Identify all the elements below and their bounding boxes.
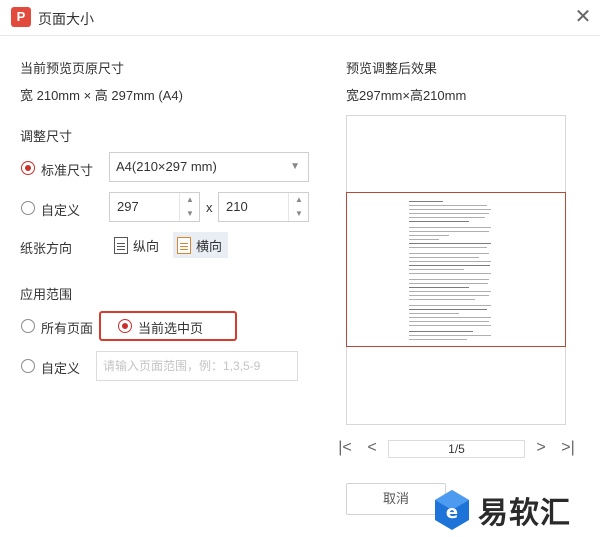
prev-page-button[interactable]: < bbox=[364, 439, 380, 457]
current-size-value: 宽 210mm × 高 297mm (A4) bbox=[20, 88, 183, 103]
all-pages-radio[interactable] bbox=[21, 319, 35, 333]
text-line bbox=[409, 201, 443, 202]
window-title: 页面大小 bbox=[38, 11, 94, 27]
text-line bbox=[409, 317, 491, 318]
text-line bbox=[409, 295, 489, 296]
text-line bbox=[409, 239, 439, 240]
height-stepper[interactable]: 210 ▲ ▼ bbox=[218, 192, 309, 222]
text-line bbox=[409, 247, 487, 248]
landscape-label: 横向 bbox=[196, 238, 223, 254]
custom-size-label[interactable]: 自定义 bbox=[41, 200, 80, 219]
close-button[interactable]: ✕ bbox=[572, 6, 594, 28]
width-stepper-buttons: ▲ ▼ bbox=[179, 193, 199, 221]
title-bar: P 页面大小 ✕ bbox=[0, 0, 600, 36]
portrait-label: 纵向 bbox=[133, 238, 160, 254]
text-line bbox=[409, 227, 491, 228]
text-line bbox=[409, 243, 491, 244]
height-stepper-buttons: ▲ ▼ bbox=[288, 193, 308, 221]
watermark-text: 易软汇 bbox=[478, 497, 571, 530]
portrait-option[interactable]: 纵向 bbox=[110, 232, 165, 258]
standard-size-label[interactable]: 标准尺寸 bbox=[41, 160, 93, 179]
preview-page-thumbnail bbox=[346, 192, 566, 347]
page-range-input[interactable] bbox=[96, 351, 298, 381]
current-page-radio[interactable] bbox=[118, 319, 132, 333]
chevron-down-icon: ▼ bbox=[290, 161, 300, 172]
width-stepper[interactable]: 297 ▲ ▼ bbox=[109, 192, 200, 222]
text-line bbox=[409, 213, 489, 214]
height-value: 210 bbox=[226, 199, 248, 214]
text-line bbox=[409, 305, 491, 306]
decrement-arrow-icon[interactable]: ▼ bbox=[180, 207, 200, 221]
text-line bbox=[409, 309, 487, 310]
times-sign: x bbox=[206, 200, 213, 215]
text-line bbox=[409, 265, 490, 266]
custom-size-radio[interactable] bbox=[21, 201, 35, 215]
text-line bbox=[409, 221, 469, 222]
pdf-app-logo-icon: P bbox=[11, 7, 31, 27]
watermark: e 易软汇 bbox=[432, 488, 571, 532]
standard-size-value: A4(210×297 mm) bbox=[116, 159, 217, 174]
standard-size-radio[interactable] bbox=[21, 161, 35, 175]
text-line bbox=[409, 313, 459, 314]
current-size-title: 当前预览页原尺寸 bbox=[20, 61, 125, 76]
standard-size-select[interactable]: A4(210×297 mm) ▼ bbox=[109, 152, 309, 182]
text-line bbox=[409, 321, 489, 322]
text-line bbox=[409, 325, 491, 326]
width-value: 297 bbox=[117, 199, 139, 214]
text-line bbox=[409, 269, 464, 270]
apply-range-title: 应用范围 bbox=[20, 287, 73, 302]
page-indicator: 1/5 bbox=[388, 440, 525, 458]
text-line bbox=[409, 335, 491, 336]
cancel-button[interactable]: 取消 bbox=[346, 483, 446, 515]
text-line bbox=[409, 299, 475, 300]
decrement-arrow-icon[interactable]: ▼ bbox=[289, 207, 309, 221]
all-pages-label[interactable]: 所有页面 bbox=[41, 318, 93, 337]
watermark-logo-icon: e bbox=[435, 490, 469, 530]
svg-text:e: e bbox=[446, 502, 458, 523]
text-line bbox=[409, 209, 491, 210]
orientation-label: 纸张方向 bbox=[20, 241, 73, 256]
text-line bbox=[409, 291, 491, 292]
text-line bbox=[409, 273, 491, 274]
portrait-page-icon bbox=[114, 236, 128, 254]
custom-range-label[interactable]: 自定义 bbox=[41, 358, 80, 377]
text-line bbox=[409, 253, 489, 254]
custom-range-radio[interactable] bbox=[21, 359, 35, 373]
last-page-button[interactable]: >| bbox=[558, 439, 578, 457]
text-line bbox=[409, 231, 489, 232]
text-line bbox=[409, 261, 491, 262]
text-line bbox=[409, 257, 479, 258]
text-line bbox=[409, 279, 489, 280]
text-line bbox=[409, 235, 449, 236]
landscape-page-icon bbox=[177, 236, 191, 254]
text-line bbox=[409, 331, 473, 332]
next-page-button[interactable]: > bbox=[533, 439, 549, 457]
text-line bbox=[409, 217, 485, 218]
first-page-button[interactable]: |< bbox=[337, 439, 353, 457]
adjust-size-title: 调整尺寸 bbox=[20, 129, 73, 144]
current-page-label[interactable]: 当前选中页 bbox=[138, 318, 203, 337]
text-line bbox=[409, 339, 467, 340]
text-line bbox=[409, 205, 487, 206]
text-line bbox=[409, 283, 488, 284]
increment-arrow-icon[interactable]: ▲ bbox=[180, 193, 200, 207]
landscape-option[interactable]: 横向 bbox=[173, 232, 229, 258]
text-line bbox=[409, 287, 469, 288]
preview-size-value: 宽297mm×高210mm bbox=[346, 88, 467, 103]
increment-arrow-icon[interactable]: ▲ bbox=[289, 193, 309, 207]
preview-title: 预览调整后效果 bbox=[346, 61, 438, 76]
